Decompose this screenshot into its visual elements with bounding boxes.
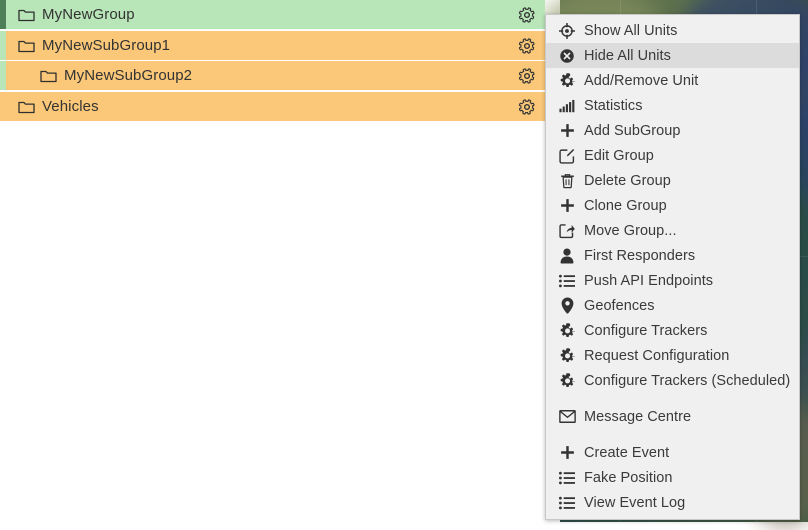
gear-icon <box>554 348 580 363</box>
menu-item-first-responders[interactable]: First Responders <box>546 243 799 268</box>
row-accent-bar <box>0 92 6 121</box>
edit-pencil-icon <box>554 148 580 164</box>
menu-item-push-api-endpoints[interactable]: Push API Endpoints <box>546 268 799 293</box>
group-context-menu: Show All Units Hide All Units Add/Remove U… <box>545 14 800 520</box>
gear-icon[interactable] <box>517 5 537 25</box>
menu-item-label: First Responders <box>584 247 696 264</box>
map-pin-icon <box>554 297 580 314</box>
folder-icon <box>18 100 35 114</box>
row-accent-bar <box>0 61 6 90</box>
menu-item-label: Message Centre <box>584 408 692 425</box>
group-tree-panel: MyNewGroup MyNewSubGroup1 MyNewSubGroup2 <box>0 0 545 522</box>
plus-icon <box>554 198 580 213</box>
menu-item-label: Add/Remove Unit <box>584 72 699 89</box>
bar-chart-icon <box>554 99 580 113</box>
tree-row[interactable]: MyNewSubGroup2 <box>0 61 545 90</box>
close-circle-icon <box>554 48 580 64</box>
menu-separator <box>546 393 799 404</box>
tree-row-label: MyNewSubGroup2 <box>64 67 193 84</box>
menu-item-edit-group[interactable]: Edit Group <box>546 143 799 168</box>
tree-row-label: MyNewSubGroup1 <box>42 37 171 54</box>
menu-item-request-configuration[interactable]: Request Configuration <box>546 343 799 368</box>
menu-item-delete-group[interactable]: Delete Group <box>546 168 799 193</box>
menu-item-add-remove-unit[interactable]: Add/Remove Unit <box>546 68 799 93</box>
gear-icon <box>554 73 580 88</box>
menu-item-label: View Event Log <box>584 494 686 511</box>
menu-item-view-event-log[interactable]: View Event Log <box>546 490 799 515</box>
menu-item-clone-group[interactable]: Clone Group <box>546 193 799 218</box>
gear-icon <box>554 323 580 338</box>
menu-item-create-event[interactable]: Create Event <box>546 440 799 465</box>
menu-item-label: Clone Group <box>584 197 667 214</box>
menu-item-configure-trackers-scheduled[interactable]: Configure Trackers (Scheduled) <box>546 368 799 393</box>
menu-separator <box>546 429 799 440</box>
share-arrow-icon <box>554 223 580 239</box>
folder-icon <box>18 39 35 53</box>
list-icon <box>554 274 580 288</box>
menu-item-configure-trackers[interactable]: Configure Trackers <box>546 318 799 343</box>
menu-item-label: Show All Units <box>584 22 678 39</box>
menu-item-message-centre[interactable]: Message Centre <box>546 404 799 429</box>
menu-item-label: Create Event <box>584 444 670 461</box>
menu-item-label: Push API Endpoints <box>584 272 714 289</box>
folder-icon <box>18 8 35 22</box>
menu-item-label: Hide All Units <box>584 47 671 64</box>
menu-item-label: Geofences <box>584 297 655 314</box>
tree-row-label: MyNewGroup <box>42 6 135 23</box>
menu-item-label: Configure Trackers <box>584 322 708 339</box>
menu-item-geofences[interactable]: Geofences <box>546 293 799 318</box>
tree-row[interactable]: Vehicles <box>0 92 545 121</box>
crosshair-icon <box>554 22 580 39</box>
menu-item-move-group[interactable]: Move Group... <box>546 218 799 243</box>
envelope-icon <box>554 410 580 423</box>
menu-item-label: Statistics <box>584 97 643 114</box>
gear-icon[interactable] <box>517 36 537 56</box>
gear-icon[interactable] <box>517 97 537 117</box>
tree-row[interactable]: MyNewSubGroup1 <box>0 31 545 60</box>
menu-item-label: Add SubGroup <box>584 122 681 139</box>
tree-row[interactable]: MyNewGroup <box>0 0 545 29</box>
folder-icon <box>40 69 57 83</box>
plus-icon <box>554 445 580 460</box>
trash-icon <box>554 173 580 189</box>
menu-item-fake-position[interactable]: Fake Position <box>546 465 799 490</box>
menu-item-show-all-units[interactable]: Show All Units <box>546 18 799 43</box>
menu-item-label: Delete Group <box>584 172 671 189</box>
menu-item-label: Configure Trackers (Scheduled) <box>584 372 791 389</box>
menu-item-label: Request Configuration <box>584 347 730 364</box>
row-accent-bar <box>0 31 6 60</box>
menu-item-label: Edit Group <box>584 147 654 164</box>
menu-item-label: Move Group... <box>584 222 677 239</box>
gear-icon <box>554 373 580 388</box>
row-accent-bar <box>0 0 6 29</box>
list-icon <box>554 471 580 485</box>
gear-icon[interactable] <box>517 66 537 86</box>
menu-item-hide-all-units[interactable]: Hide All Units <box>546 43 799 68</box>
menu-item-add-subgroup[interactable]: Add SubGroup <box>546 118 799 143</box>
plus-icon <box>554 123 580 138</box>
menu-item-statistics[interactable]: Statistics <box>546 93 799 118</box>
menu-item-label: Fake Position <box>584 469 673 486</box>
tree-row-label: Vehicles <box>42 98 99 115</box>
list-icon <box>554 496 580 510</box>
person-icon <box>554 247 580 264</box>
